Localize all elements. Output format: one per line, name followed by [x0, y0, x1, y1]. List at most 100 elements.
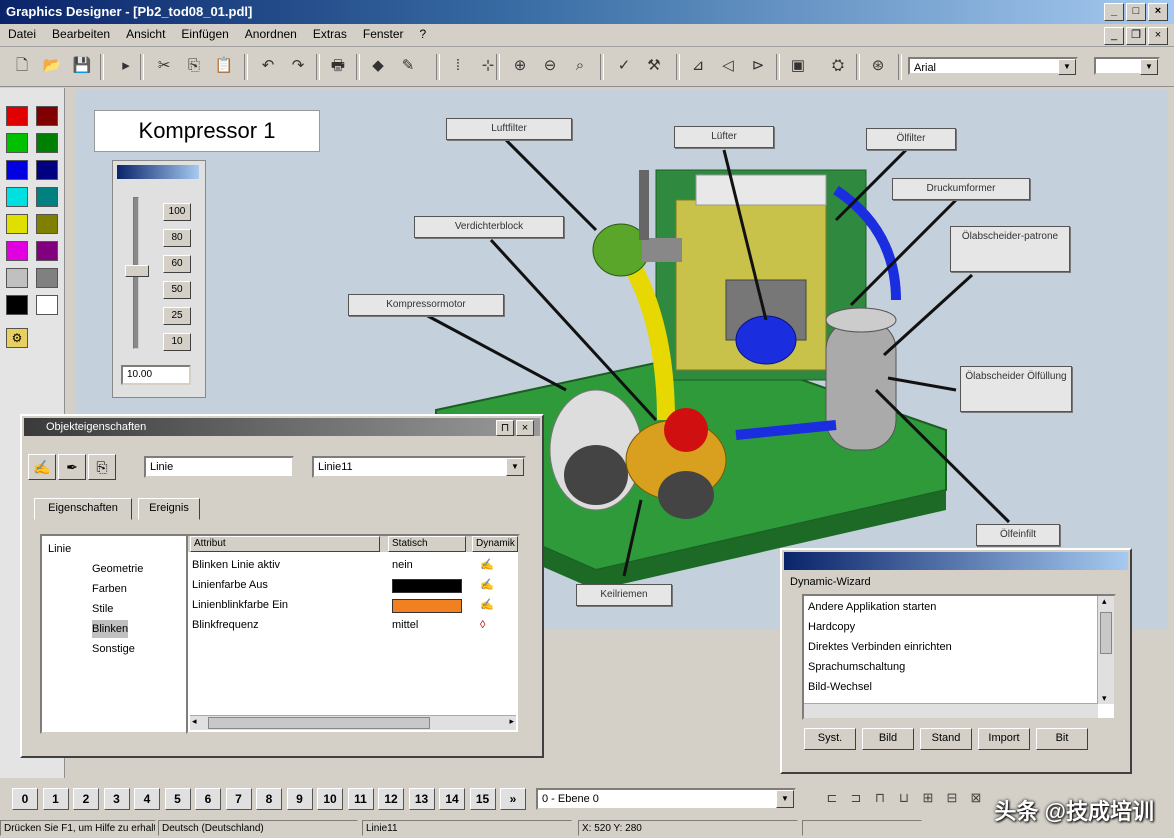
menu-item-3[interactable]: Einfügen	[173, 24, 236, 44]
menu-item-2[interactable]: Ansicht	[118, 24, 173, 44]
wizard-item[interactable]: Bild-Wechsel	[808, 678, 872, 696]
palette-swatch[interactable]	[36, 106, 58, 126]
page-button[interactable]: 10	[317, 788, 343, 810]
print-icon[interactable]: 🖶	[326, 55, 350, 77]
font-combo-arrow-icon[interactable]: ▼	[1058, 59, 1076, 75]
layer-tool-icon[interactable]: ⊟	[942, 790, 962, 808]
static-value[interactable]: nein	[392, 556, 413, 574]
align-center-icon[interactable]: ◁	[716, 55, 740, 77]
tree-item[interactable]: Geometrie	[92, 560, 143, 578]
palette-swatch[interactable]	[6, 241, 28, 261]
palette-swatch[interactable]	[36, 187, 58, 207]
scroll-right-icon[interactable]: ▸	[509, 716, 514, 727]
tree-item[interactable]: Stile	[92, 600, 113, 618]
layer-tool-icon[interactable]: ⊐	[846, 790, 866, 808]
zoom-out-icon[interactable]: ⊖	[538, 55, 562, 77]
attribute-hscrollbar[interactable]: ◂ ▸	[190, 715, 516, 730]
page-button[interactable]: 0	[12, 788, 38, 810]
menu-item-0[interactable]: Datei	[0, 24, 44, 44]
palette-swatch[interactable]	[6, 187, 28, 207]
layer-tool-icon[interactable]: ⊓	[870, 790, 890, 808]
object-name-combo[interactable]: Linie11 ▼	[312, 456, 526, 478]
palette-swatch[interactable]	[36, 160, 58, 180]
child-close-button[interactable]: ×	[1148, 27, 1168, 45]
palette-swatch[interactable]	[6, 106, 28, 126]
wizard-tab-button[interactable]: Import	[978, 728, 1030, 750]
undo-icon[interactable]: ↶	[256, 55, 280, 77]
menu-item-5[interactable]: Extras	[305, 24, 355, 44]
close-button[interactable]: ×	[1148, 3, 1168, 21]
page-button[interactable]: 9	[286, 788, 313, 810]
column-header[interactable]: Attribut	[190, 536, 380, 552]
column-header[interactable]: Dynamik	[472, 536, 518, 552]
wizard-item[interactable]: Hardcopy	[808, 618, 855, 636]
dynamic-icon[interactable]: ✍	[480, 556, 494, 574]
wizard-scroll-up-icon[interactable]: ▴	[1102, 596, 1107, 607]
cut-icon[interactable]: ✂	[152, 55, 176, 77]
palette-swatch[interactable]	[36, 295, 58, 315]
page-button[interactable]: 12	[378, 788, 404, 810]
save-icon[interactable]: 💾	[70, 55, 94, 77]
paste-icon[interactable]: 📋	[212, 55, 236, 77]
dynamic-icon[interactable]: ✍	[480, 596, 494, 614]
tree-item[interactable]: Farben	[92, 580, 127, 598]
new-icon[interactable]: 🗋	[10, 55, 34, 77]
tree-item[interactable]: Blinken	[92, 620, 129, 638]
page-button[interactable]: 14	[439, 788, 465, 810]
color-swatch[interactable]	[392, 599, 462, 613]
palette-swatch[interactable]	[6, 160, 28, 180]
object-combo-arrow-icon[interactable]: ▼	[506, 458, 524, 476]
layer-tool-icon[interactable]: ⊔	[894, 790, 914, 808]
page-button[interactable]: 2	[73, 788, 99, 810]
page-button[interactable]: 4	[134, 788, 160, 810]
wizard-scroll-thumb[interactable]	[1100, 612, 1112, 654]
minimize-button[interactable]: _	[1104, 3, 1124, 21]
page-button[interactable]: 8	[256, 788, 282, 810]
tab-properties[interactable]: Eigenschaften	[34, 498, 132, 520]
page-button[interactable]: 11	[347, 788, 374, 810]
runtime-icon[interactable]: ▸	[114, 55, 138, 77]
lib-icon[interactable]: ⊛	[866, 55, 890, 77]
pen-icon[interactable]: ✒	[58, 454, 86, 480]
dialog-close-button[interactable]: ×	[516, 420, 534, 436]
layer-tool-icon[interactable]: ⊞	[918, 790, 938, 808]
wizard-tab-button[interactable]: Syst.	[804, 728, 856, 750]
grid-icon[interactable]: ⁞	[446, 55, 470, 77]
color-swatch[interactable]	[392, 579, 462, 593]
palette-swatch[interactable]	[6, 214, 28, 234]
align-left-icon[interactable]: ⊿	[686, 55, 710, 77]
maximize-button[interactable]: □	[1126, 3, 1146, 21]
size-combo-arrow-icon[interactable]: ▼	[1140, 59, 1158, 75]
palette-swatch[interactable]	[36, 133, 58, 153]
tool-b-icon[interactable]: ⚒	[642, 55, 666, 77]
page-button[interactable]: 3	[103, 788, 130, 810]
dynamic-icon[interactable]: ✍	[480, 576, 494, 594]
page-button[interactable]: 6	[195, 788, 221, 810]
page-button[interactable]: »	[500, 788, 526, 810]
page-button[interactable]: 5	[164, 788, 191, 810]
zoom-fit-icon[interactable]: ⌕	[568, 55, 592, 77]
wizard-item[interactable]: Direktes Verbinden einrichten	[808, 638, 952, 656]
tree-item[interactable]: Sonstige	[92, 640, 135, 658]
layer-combo[interactable]: 0 - Ebene 0 ▼	[536, 788, 796, 810]
palette-swatch[interactable]	[36, 268, 58, 288]
menu-item-7[interactable]: ?	[412, 24, 435, 44]
page-button[interactable]: 13	[408, 788, 435, 810]
object-icon[interactable]: ⛭	[826, 55, 850, 77]
dynamic-icon[interactable]: ◊	[480, 616, 485, 634]
wizard-item[interactable]: Andere Applikation starten	[808, 598, 936, 616]
tree-item[interactable]: Linie	[48, 540, 71, 558]
zoom-in-icon[interactable]: ⊕	[508, 55, 532, 77]
column-header[interactable]: Statisch	[388, 536, 466, 552]
menu-item-1[interactable]: Bearbeiten	[44, 24, 118, 44]
palette-swatch[interactable]	[6, 133, 28, 153]
page-button[interactable]: 7	[225, 788, 252, 810]
slider-thumb[interactable]	[125, 265, 149, 277]
menu-item-6[interactable]: Fenster	[355, 24, 412, 44]
child-restore-button[interactable]: ❐	[1126, 27, 1146, 45]
align-right-icon[interactable]: ⊳	[746, 55, 770, 77]
layer-tool-icon[interactable]: ⊠	[966, 790, 986, 808]
layer-icon[interactable]: ▣	[786, 55, 810, 77]
static-value[interactable]: mittel	[392, 616, 418, 634]
palette-swatch[interactable]	[36, 214, 58, 234]
